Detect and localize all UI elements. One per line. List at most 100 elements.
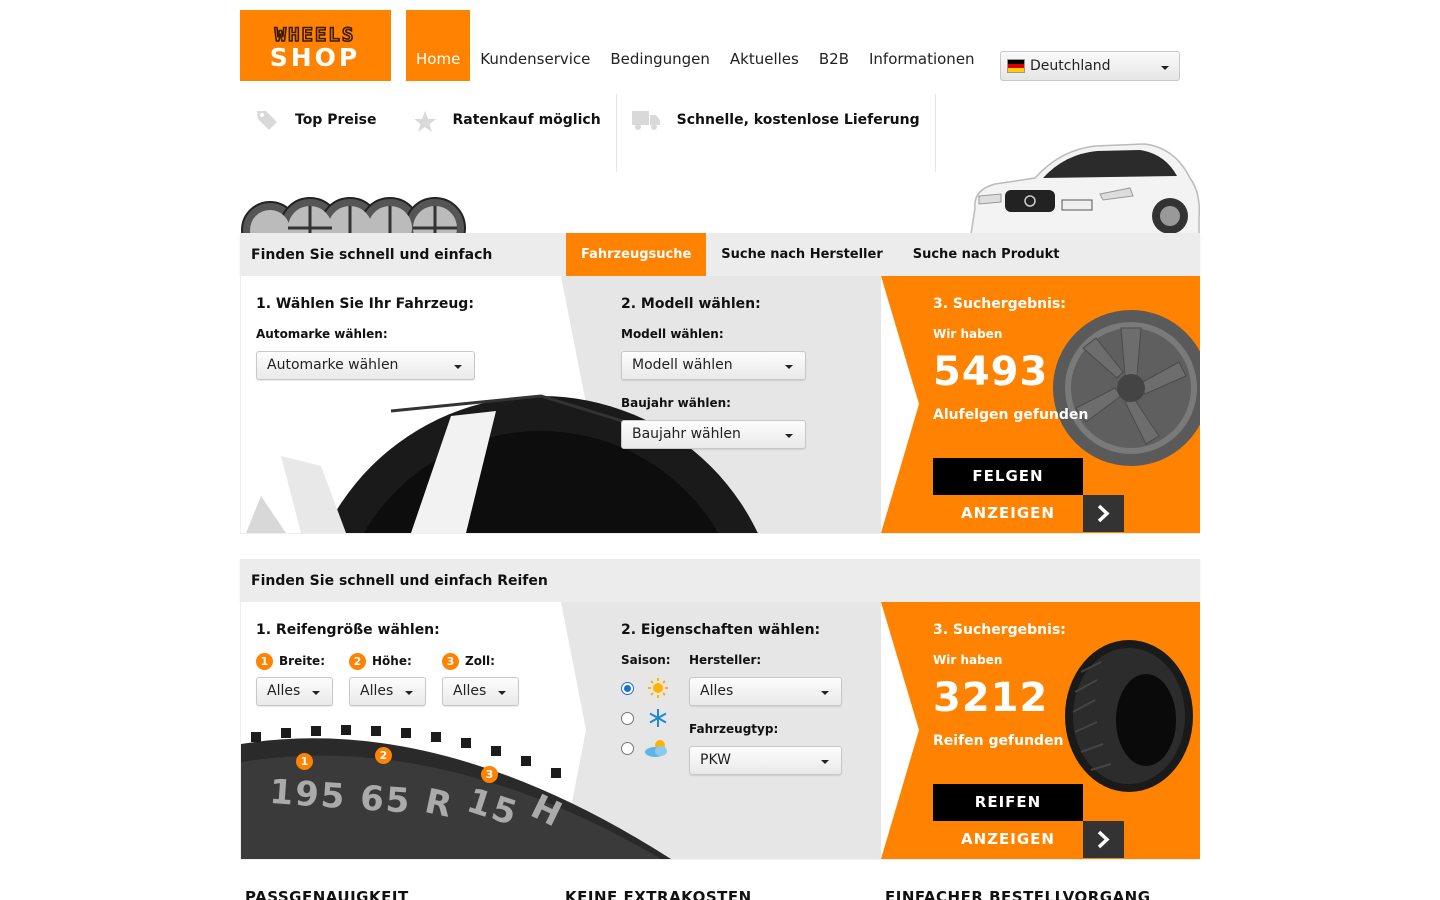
chevron-down-icon [498, 691, 506, 695]
season-winter-radio[interactable] [621, 712, 634, 725]
tyre-result-title: 3. Suchergebnis: [933, 622, 1066, 638]
nav-aktuelles[interactable]: Aktuelles [720, 50, 809, 81]
nav-b2b[interactable]: B2B [809, 50, 859, 81]
season-label: Saison: [621, 653, 671, 667]
rim-result-count: 5493 [933, 349, 1049, 395]
svg-text:SHOP: SHOP [270, 43, 361, 72]
nav-kundenservice[interactable]: Kundenservice [470, 50, 600, 81]
width-num-badge: 1 [256, 653, 273, 670]
show-tyres-button[interactable]: REIFEN [933, 784, 1083, 821]
tyre-result-sub: Wir haben [933, 653, 1003, 667]
height-label: 2 Höhe: [349, 653, 412, 670]
result-tyre-image [1065, 640, 1193, 792]
sidewall-height: 65 [358, 778, 413, 822]
show-rims-arrow-button[interactable] [1083, 495, 1124, 532]
height-select-value: Alles [360, 683, 394, 699]
main-nav: Home Kundenservice Bedingungen Aktuelles… [406, 10, 985, 81]
vehicle-type-label: Fahrzeugtyp: [689, 722, 779, 736]
rims-image [240, 190, 470, 234]
germany-flag-icon [1007, 59, 1025, 73]
tyre-search-panel: Finden Sie schnell und einfach Reifen 19… [240, 559, 1200, 860]
season-allseason-radio[interactable] [621, 742, 634, 755]
height-select[interactable]: Alles [349, 677, 426, 706]
maker-select-value: Alles [700, 683, 734, 699]
chevron-down-icon [821, 760, 829, 764]
chevron-right-icon [1097, 504, 1110, 523]
chevron-down-icon [454, 365, 462, 369]
vehicle-type-select-value: PKW [700, 752, 731, 768]
rim-search-body: 1. Wählen Sie Ihr Fahrzeug: Automarke wä… [240, 276, 1200, 533]
country-select-value: Deutchland [1030, 58, 1111, 74]
chevron-down-icon [821, 691, 829, 695]
height-num-badge: 2 [349, 653, 366, 670]
rim-size-num-badge: 3 [442, 653, 459, 670]
tag-icon [255, 108, 279, 136]
sidewall-badge-1: 1 [296, 753, 313, 770]
year-label: Baujahr wählen: [621, 396, 731, 410]
year-select[interactable]: Baujahr wählen [621, 420, 806, 449]
width-select[interactable]: Alles [256, 677, 333, 706]
tab-fahrzeugsuche[interactable]: Fahrzeugsuche [566, 233, 707, 283]
rim-size-select-value: Alles [453, 683, 487, 699]
rim-step1-title: 1. Wählen Sie Ihr Fahrzeug: [256, 296, 474, 312]
chevron-down-icon [312, 691, 320, 695]
width-label: 1 Breite: [256, 653, 325, 670]
make-select[interactable]: Automarke wählen [256, 351, 475, 380]
rim-search-heading: Finden Sie schnell und einfach [251, 246, 493, 263]
maker-select[interactable]: Alles [689, 677, 842, 706]
tyre-search-header: Finden Sie schnell und einfach Reifen [240, 559, 1200, 602]
model-select-value: Modell wählen [632, 357, 733, 373]
make-label: Automarke wählen: [256, 327, 388, 341]
cloud-sun-icon [644, 738, 670, 762]
wheelsshop-logo[interactable]: WHEELS SHOP [240, 10, 391, 81]
width-select-value: Alles [267, 683, 301, 699]
tab-suche-produkt[interactable]: Suche nach Produkt [898, 233, 1075, 276]
usp-lieferung: Schnelle, kostenlose Lieferung [617, 96, 935, 144]
rim-size-label: 3 Zoll: [442, 653, 495, 670]
rim-result-found: Alufelgen gefunden [933, 407, 1089, 423]
show-tyres-arrow-button[interactable] [1083, 821, 1124, 858]
sidewall-badge-3: 3 [481, 766, 498, 783]
snowflake-icon [648, 708, 668, 732]
season-summer-radio[interactable] [621, 682, 634, 695]
rim-search-header: Finden Sie schnell und einfach Fahrzeugs… [240, 233, 1200, 283]
feature-heading-bestellvorgang: EINFACHER BESTELLVORGANG [885, 888, 1151, 900]
chevron-down-icon [785, 434, 793, 438]
nav-informationen[interactable]: Informationen [859, 50, 985, 81]
rim-step2-title: 2. Modell wählen: [621, 296, 761, 312]
usp-top-preise: Top Preise [240, 96, 413, 144]
truck-icon [631, 108, 661, 136]
usp-ratenkauf: Ratenkauf möglich [413, 96, 616, 144]
vehicle-type-select[interactable]: PKW [689, 746, 842, 775]
logo-wordmark: WHEELS SHOP [270, 23, 361, 72]
make-select-value: Automarke wählen [267, 357, 399, 373]
feature-heading-passgenauigkeit: PASSGENAUIGKEIT [245, 888, 409, 900]
car-image [965, 138, 1201, 234]
show-rims-anzeigen[interactable]: ANZEIGEN [933, 495, 1083, 532]
rim-size-select[interactable]: Alles [442, 677, 519, 706]
show-rims-button[interactable]: FELGEN [933, 458, 1083, 495]
model-select[interactable]: Modell wählen [621, 351, 806, 380]
sun-icon [648, 678, 668, 702]
tab-suche-hersteller[interactable]: Suche nach Hersteller [706, 233, 897, 276]
chevron-down-icon [1161, 66, 1169, 70]
star-icon [413, 110, 437, 138]
usp-divider [934, 94, 936, 172]
maker-label: Hersteller: [689, 653, 762, 667]
tyre-step1-title: 1. Reifengröße wählen: [256, 622, 440, 638]
nav-home[interactable]: Home [406, 10, 471, 81]
rim-result-title: 3. Suchergebnis: [933, 296, 1066, 312]
chevron-down-icon [785, 365, 793, 369]
tyre-search-body: 195 65 R 15 H 1 2 3 1. Reifengröße wähle… [240, 602, 1200, 859]
tyre-result-count: 3212 [933, 675, 1049, 721]
show-tyres-anzeigen[interactable]: ANZEIGEN [933, 821, 1083, 858]
tyre-result-found: Reifen gefunden [933, 733, 1064, 749]
chevron-right-icon [1097, 830, 1110, 849]
nav-bedingungen[interactable]: Bedingungen [600, 50, 720, 81]
country-select[interactable]: Deutchland [1000, 51, 1180, 81]
sidewall-width: 195 [268, 772, 348, 818]
tyre-step2-title: 2. Eigenschaften wählen: [621, 622, 821, 638]
sidewall-badge-2: 2 [375, 747, 392, 764]
sidewall-r: R [421, 781, 458, 827]
rim-search-panel: Finden Sie schnell und einfach Fahrzeugs… [240, 233, 1200, 534]
